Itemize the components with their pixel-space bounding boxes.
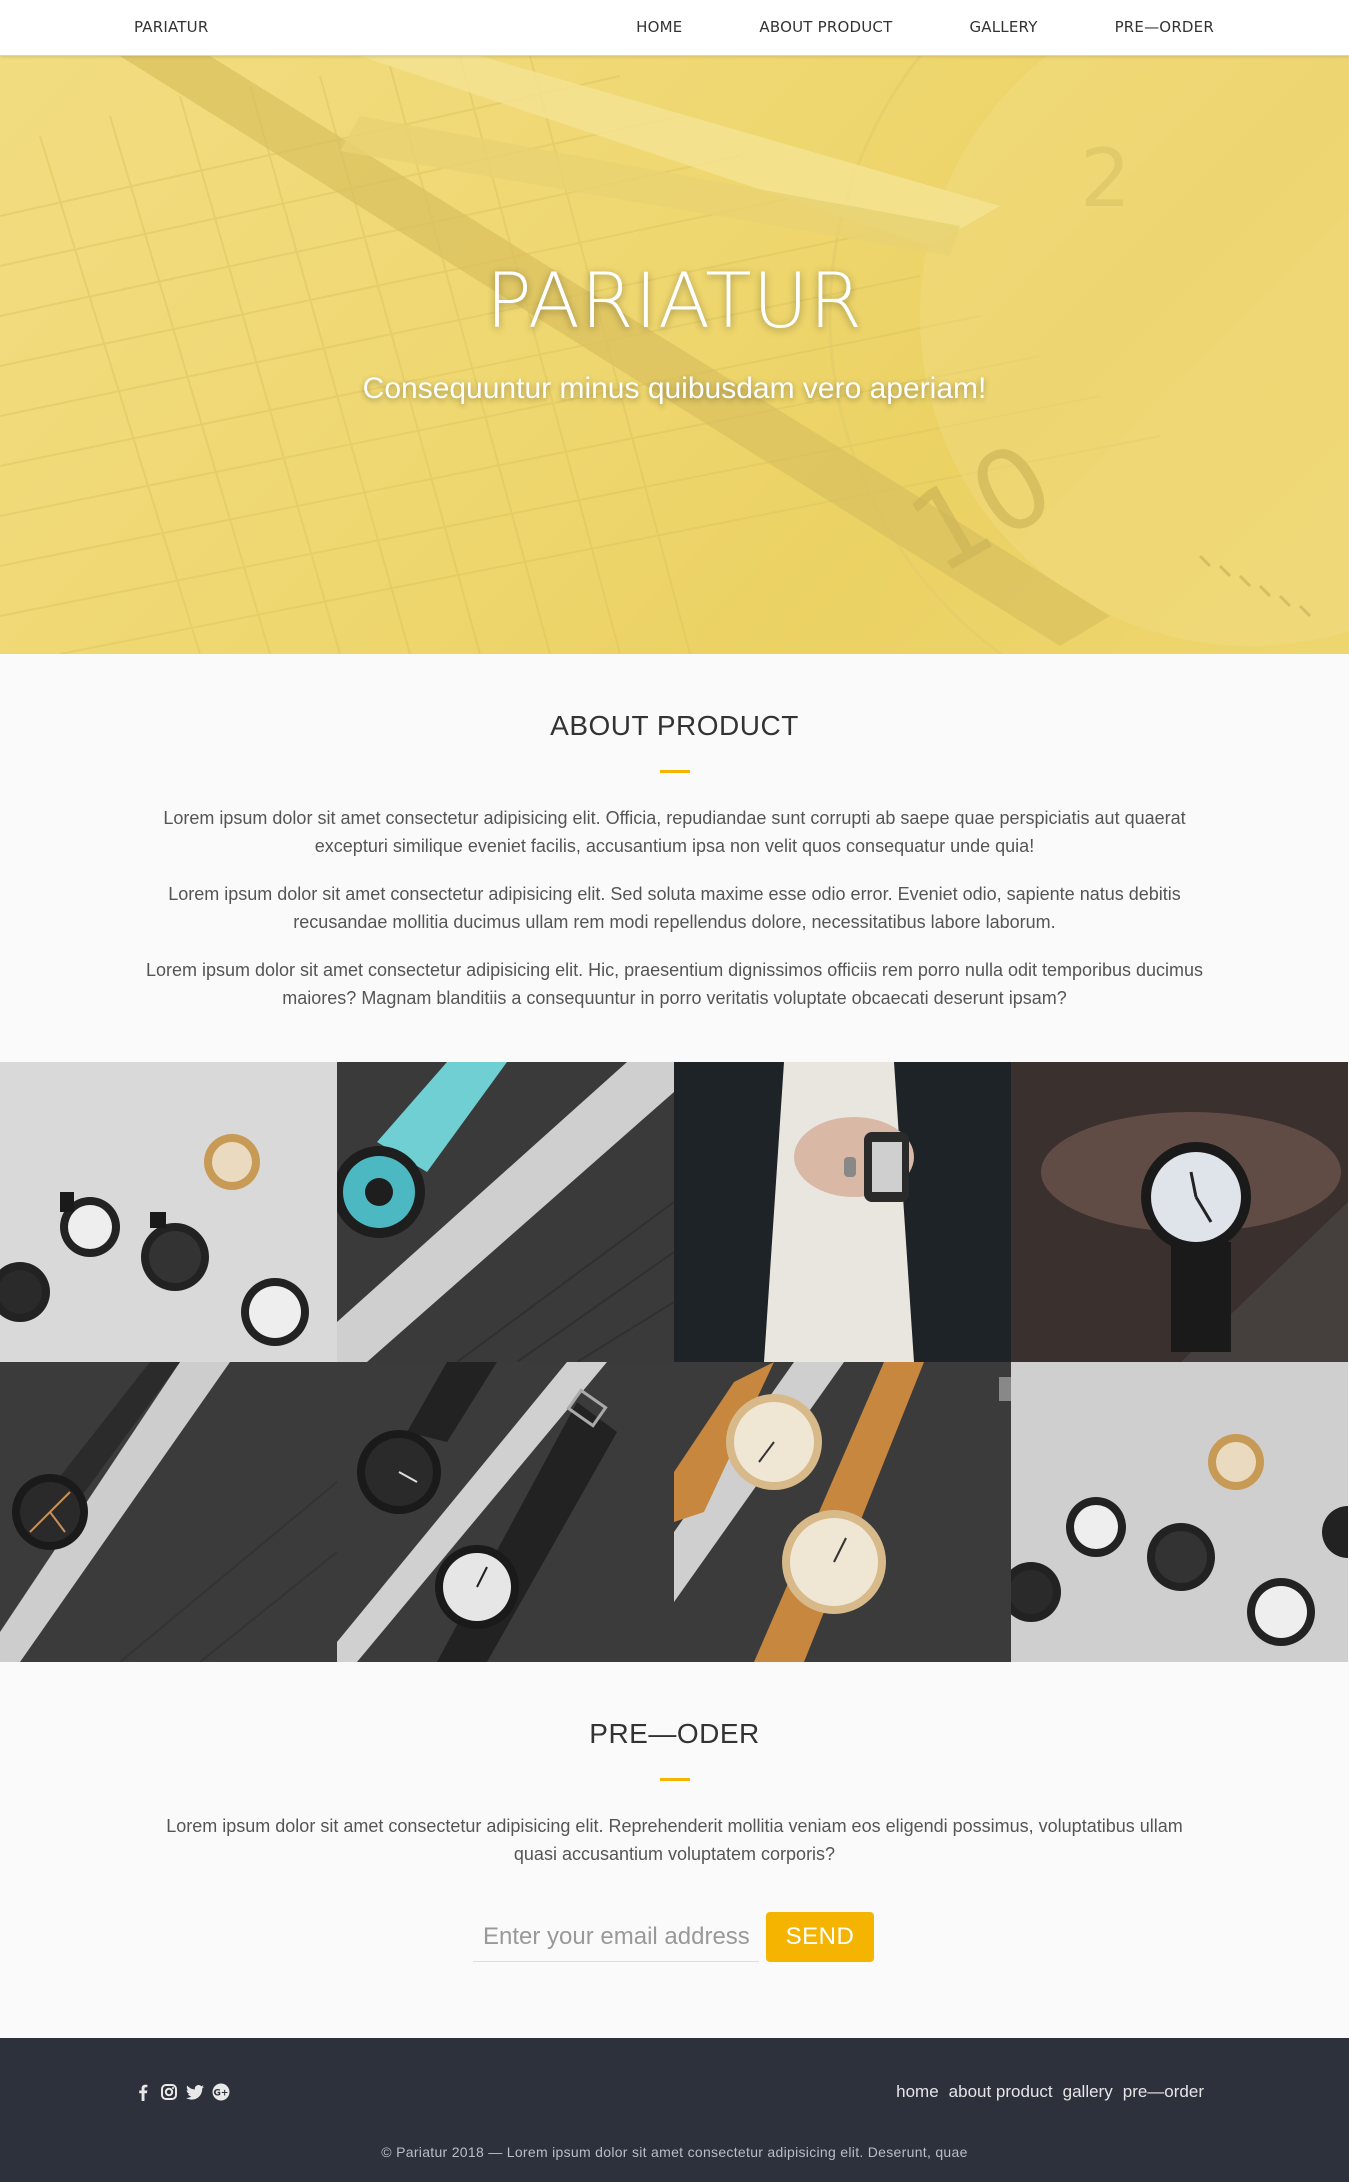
gallery-image-2[interactable] <box>337 1062 674 1362</box>
pre-order-title: PRE—ODER <box>589 1718 760 1749</box>
about-title: ABOUT PRODUCT <box>550 710 799 741</box>
gallery-image-1[interactable] <box>0 1062 337 1362</box>
about-paragraph-2: Lorem ipsum dolor sit amet consectetur a… <box>168 884 1181 932</box>
hero-banner: 2 10 PARIATUR Consequuntur minus quibusd… <box>0 56 1349 654</box>
about-accent-divider <box>660 770 690 773</box>
pre-order-accent-divider <box>660 1778 690 1781</box>
footer-links: home about product gallery pre—order <box>896 2082 1204 2102</box>
gallery-image-3[interactable] <box>674 1062 1011 1362</box>
gallery-grid <box>0 1062 1349 1662</box>
gallery-image-5[interactable] <box>0 1362 337 1662</box>
pre-order-description: Lorem ipsum dolor sit amet consectetur a… <box>166 1816 1183 1864</box>
facebook-icon[interactable] <box>134 2083 152 2101</box>
instagram-icon[interactable] <box>160 2083 178 2101</box>
gallery-image-6[interactable] <box>337 1362 674 1662</box>
svg-text:G+: G+ <box>214 2089 229 2099</box>
footer-link-pre-order[interactable]: pre—order <box>1123 2082 1204 2102</box>
gallery-image-8[interactable] <box>1011 1362 1348 1662</box>
footer-link-about-product[interactable]: about product <box>949 2082 1053 2102</box>
nav-link-gallery[interactable]: GALLERY <box>969 18 1037 36</box>
hero-title: PARIATUR <box>485 256 864 345</box>
nav-link-pre-order[interactable]: PRE—ORDER <box>1115 18 1214 36</box>
nav-link-home[interactable]: HOME <box>636 18 682 36</box>
about-paragraph-1: Lorem ipsum dolor sit amet consectetur a… <box>163 808 1186 856</box>
top-navbar: PARIATUR HOME ABOUT PRODUCT GALLERY PRE—… <box>0 0 1349 56</box>
hero-subtitle: Consequuntur minus quibusdam vero aperia… <box>362 372 987 405</box>
social-icons: G+ <box>134 2083 230 2101</box>
nav-links: HOME ABOUT PRODUCT GALLERY PRE—ORDER <box>559 18 1214 36</box>
brand-logo[interactable]: PARIATUR <box>134 18 208 36</box>
nav-link-about-product[interactable]: ABOUT PRODUCT <box>759 18 892 36</box>
gallery-image-7[interactable] <box>674 1362 1011 1662</box>
pre-order-section: PRE—ODER Lorem ipsum dolor sit amet cons… <box>0 1662 1349 2038</box>
email-input[interactable] <box>473 1912 759 1962</box>
about-paragraph-3: Lorem ipsum dolor sit amet consectetur a… <box>145 960 1204 1008</box>
copyright-text: © Pariatur 2018 — Lorem ipsum dolor sit … <box>381 2144 968 2160</box>
twitter-icon[interactable] <box>186 2083 204 2101</box>
about-product-section: ABOUT PRODUCT Lorem ipsum dolor sit amet… <box>0 654 1349 1062</box>
footer-link-home[interactable]: home <box>896 2082 939 2102</box>
gallery-image-4[interactable] <box>1011 1062 1348 1362</box>
send-button[interactable]: SEND <box>766 1912 874 1962</box>
hero-background-image: 2 10 <box>0 56 1349 654</box>
footer-link-gallery[interactable]: gallery <box>1063 2082 1113 2102</box>
site-footer: G+ home about product gallery pre—order … <box>0 2038 1349 2182</box>
google-plus-icon[interactable]: G+ <box>212 2083 230 2101</box>
